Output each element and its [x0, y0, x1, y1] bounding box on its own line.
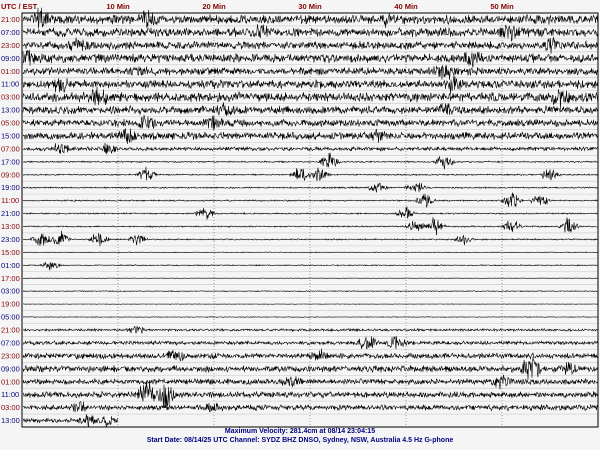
utc-time-label: 13:00 — [1, 222, 20, 231]
est-time-label: 19:00 — [1, 183, 20, 192]
est-time-label: 07:00 — [1, 28, 20, 37]
minute-tick-label: 20 Min — [202, 2, 226, 11]
utc-time-label: 09:00 — [1, 170, 20, 179]
est-time-label: 03:00 — [1, 287, 20, 296]
plot-footer: Maximum Velocity: 281.4cm at 08/14 23:04… — [0, 428, 600, 445]
minute-tick-label: 30 Min — [298, 2, 322, 11]
utc-time-label: 23:00 — [1, 41, 20, 50]
utc-time-label: 17:00 — [1, 274, 20, 283]
utc-time-label: 01:00 — [1, 377, 20, 386]
max-velocity-text: Maximum Velocity: 281.4cm at 08/14 23:04… — [224, 428, 376, 435]
seismic-trace — [23, 303, 599, 305]
est-time-label: 05:00 — [1, 313, 20, 322]
est-time-label: 15:00 — [1, 131, 20, 140]
est-time-label: 01:00 — [1, 261, 20, 270]
utc-time-label: 21:00 — [1, 15, 20, 24]
station-info-text: Start Date: 08/14/25 UTC Channel: SYDZ B… — [146, 436, 454, 444]
minute-tick-label: 10 Min — [106, 2, 130, 11]
utc-time-label: 21:00 — [1, 326, 20, 335]
est-time-label: 23:00 — [1, 235, 20, 244]
utc-time-label: 11:00 — [1, 196, 19, 205]
est-time-label: 11:00 — [1, 80, 19, 89]
est-time-label: 13:00 — [1, 416, 20, 425]
utc-time-label: 23:00 — [1, 351, 20, 360]
utc-time-label: 15:00 — [1, 248, 20, 257]
corner-label: UTC / EST — [1, 2, 38, 11]
utc-time-label: 05:00 — [1, 119, 20, 128]
est-time-label: 09:00 — [1, 54, 20, 63]
utc-time-label: 03:00 — [1, 93, 20, 102]
est-time-label: 09:00 — [1, 364, 20, 373]
helicorder-plot: 21:00 07:00 23:00 09:00 01:00 11:00 03:00 13:00… — [0, 0, 600, 450]
minute-tick-label: 50 Min — [490, 2, 514, 11]
est-time-label: 11:00 — [1, 390, 19, 399]
minute-tick-label: 40 Min — [394, 2, 418, 11]
utc-time-label: 03:00 — [1, 403, 20, 412]
utc-time-label: 07:00 — [1, 144, 20, 153]
est-time-label: 07:00 — [1, 338, 20, 347]
utc-time-label: 01:00 — [1, 67, 20, 76]
est-time-label: 21:00 — [1, 209, 20, 218]
est-time-label: 13:00 — [1, 106, 20, 115]
utc-time-label: 19:00 — [1, 300, 20, 309]
est-time-label: 17:00 — [1, 157, 20, 166]
